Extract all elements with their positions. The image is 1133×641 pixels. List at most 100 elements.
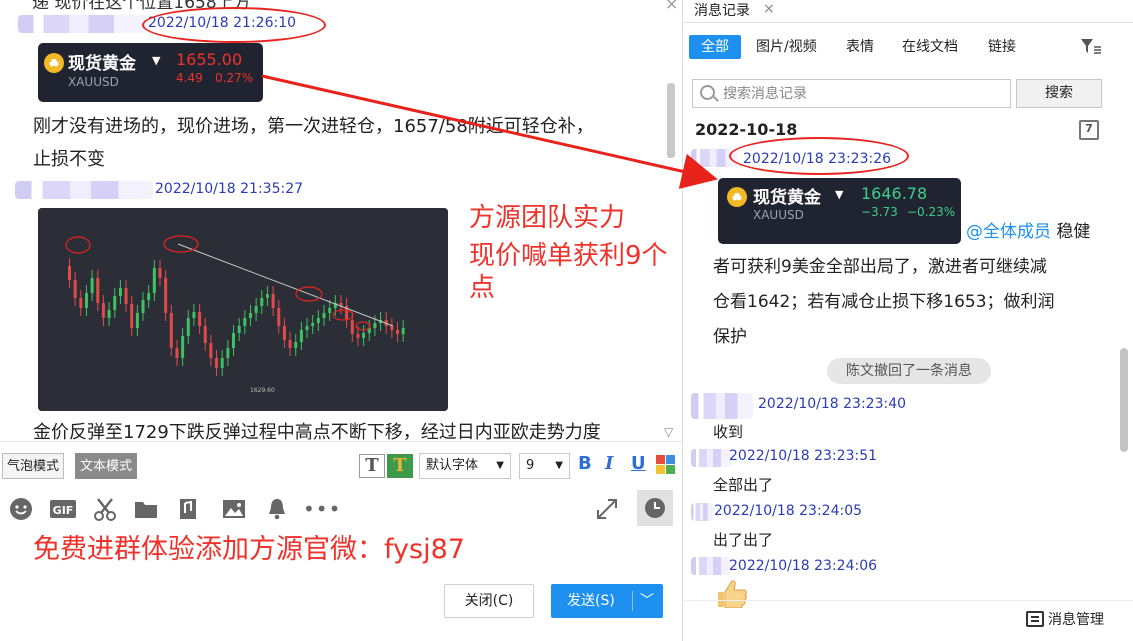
- blurred-avatar: [691, 557, 731, 575]
- thumbs-up-icon: [718, 580, 747, 608]
- search-button[interactable]: 搜索: [1016, 79, 1102, 108]
- message-timestamp: 2022/10/18 21:35:27: [155, 181, 304, 197]
- filter-links[interactable]: 链接: [988, 35, 1016, 59]
- message-input-area: 气泡模式 文本模式 T T 默认字体 ▼ 9 ▼ B I U GIF ••• 免…: [0, 441, 682, 641]
- annotation-line-1: 方源团队实力: [469, 203, 626, 233]
- message-history-panel: 消息记录 × 全部 图片/视频 表情 在线文档 链接 搜索 2022-10-18…: [683, 0, 1133, 641]
- history-clock-button[interactable]: [637, 490, 673, 526]
- close-icon[interactable]: ×: [665, 0, 678, 13]
- chevron-down-icon[interactable]: ﹀: [640, 585, 654, 617]
- font-family-value: 默认字体: [426, 458, 479, 473]
- search-icon: [700, 85, 715, 100]
- bold-button[interactable]: B: [578, 453, 592, 474]
- text-mode-button[interactable]: 文本模式: [75, 453, 138, 479]
- message-timestamp: 2022/10/18 23:24:05: [714, 503, 863, 519]
- quote-symbol: XAUUSD: [68, 75, 119, 89]
- expand-icon[interactable]: [594, 496, 620, 522]
- highlight-circle: [142, 7, 326, 43]
- caret-down-icon: ▼: [835, 188, 844, 201]
- history-message: 收到: [713, 423, 744, 441]
- history-message-line-2: 者可获利9美金全部出局了，激进者可继续减: [713, 257, 1047, 277]
- bell-icon[interactable]: [264, 496, 290, 522]
- caret-down-icon: ▼: [152, 54, 161, 67]
- message-timestamp: 2022/10/18 23:23:51: [729, 448, 878, 464]
- emoji-icon[interactable]: [8, 496, 34, 522]
- send-label: 发送(S): [567, 593, 615, 609]
- gold-quote-card[interactable]: 现货黄金 ▼ XAUUSD 1646.78 −3.73 −0.23%: [718, 178, 961, 244]
- message-text-line-2: 止损不变: [33, 149, 105, 170]
- blurred-avatar: [691, 503, 713, 521]
- scissors-icon[interactable]: [92, 496, 118, 522]
- history-scrollbar[interactable]: [1120, 348, 1128, 452]
- chat-scrollbar[interactable]: [667, 83, 675, 158]
- history-message-line-1: @全体成员 稳健: [966, 222, 1091, 242]
- recall-notice: 陈文撤回了一条消息: [827, 358, 991, 384]
- color-palette-icon[interactable]: [656, 455, 676, 475]
- quote-change-percent: 0.27%: [215, 71, 254, 85]
- history-message: 全部出了: [713, 476, 774, 494]
- quote-change: 4.49: [176, 71, 203, 85]
- gold-quote-card[interactable]: 现货黄金 ▼ XAUUSD 1655.00 4.49 0.27%: [38, 43, 263, 102]
- mention-all[interactable]: @全体成员: [966, 222, 1051, 242]
- close-icon[interactable]: ×: [763, 1, 775, 17]
- message-text-line-3: 金价反弹至1729下跌反弹过程中高点不断下移，经过日内亚欧走势力度: [33, 422, 601, 441]
- chat-window: 递 现价在这个位置1658上方 × 2022/10/18 21:26:10 现货…: [0, 0, 1133, 641]
- blurred-avatar: [691, 393, 753, 419]
- caret-down-icon: ▼: [555, 460, 563, 471]
- gold-coin-icon: [44, 53, 64, 73]
- clock-icon: [645, 498, 665, 518]
- date-header: 2022-10-18: [695, 120, 798, 139]
- quote-symbol: XAUUSD: [753, 208, 804, 222]
- chat-message-area: 递 现价在这个位置1658上方 × 2022/10/18 21:26:10 现货…: [0, 0, 682, 441]
- blurred-avatar: [691, 449, 731, 467]
- chevron-down-icon[interactable]: ▽: [664, 425, 673, 439]
- history-message-line-3: 仓看1642；若有减仓止损下移1653；做利润: [713, 292, 1055, 312]
- blurred-sender-name: [15, 181, 153, 199]
- music-file-icon[interactable]: [175, 496, 201, 522]
- quote-change-percent: −0.23%: [907, 205, 956, 219]
- italic-button[interactable]: I: [605, 453, 613, 474]
- underline-button[interactable]: U: [631, 453, 646, 474]
- bubble-mode-button[interactable]: 气泡模式: [2, 453, 65, 479]
- history-search-input[interactable]: [723, 83, 1003, 104]
- chart-price-label: 1629.60: [250, 387, 275, 394]
- history-message: 出了出了: [713, 531, 774, 549]
- text-color-icon[interactable]: T: [387, 454, 413, 478]
- promo-text: 免费进群体验添加方源官微：fysj87: [33, 534, 465, 565]
- calendar-icon[interactable]: 7: [1079, 120, 1099, 140]
- chart-screenshot-image[interactable]: 1629.60: [38, 208, 448, 411]
- close-button[interactable]: 关闭(C): [444, 584, 534, 618]
- svg-text:GIF: GIF: [53, 504, 74, 517]
- highlight-circle: [729, 137, 909, 175]
- message-timestamp: 2022/10/18 23:24:06: [729, 558, 878, 574]
- font-size-select[interactable]: 9 ▼: [519, 453, 570, 479]
- filter-media[interactable]: 图片/视频: [756, 35, 817, 59]
- message-manager-icon[interactable]: [1026, 611, 1044, 627]
- filter-icon[interactable]: [1080, 38, 1102, 56]
- history-message-line-4: 保护: [713, 327, 747, 347]
- quote-price: 1655.00: [176, 50, 243, 69]
- gif-icon[interactable]: GIF: [49, 496, 77, 522]
- blurred-sender-name: [18, 15, 146, 33]
- filter-stickers[interactable]: 表情: [846, 35, 874, 59]
- image-icon[interactable]: [221, 496, 247, 522]
- filter-docs[interactable]: 在线文档: [902, 35, 958, 59]
- message-text-line-1: 刚才没有进场的，现价进场，第一次进轻仓，1657/58附近可轻仓补，: [33, 116, 594, 137]
- candlestick-chart: [38, 208, 448, 411]
- text-format-icon[interactable]: T: [359, 454, 385, 478]
- quote-name: 现货黄金: [753, 188, 821, 208]
- more-icon[interactable]: •••: [303, 496, 340, 522]
- tab-message-history[interactable]: 消息记录: [694, 0, 750, 20]
- quote-change: −3.73: [861, 205, 898, 219]
- send-button[interactable]: 发送(S) ﹀: [551, 584, 663, 618]
- message-timestamp: 2022/10/18 23:23:40: [758, 396, 907, 412]
- font-size-value: 9: [526, 458, 535, 473]
- font-family-select[interactable]: 默认字体 ▼: [419, 453, 511, 479]
- message-manager-link[interactable]: 消息管理: [1048, 609, 1104, 629]
- annotation-line-2: 现价喊单获利9个点: [469, 241, 668, 303]
- quote-name: 现货黄金: [68, 54, 136, 74]
- history-search-field[interactable]: [692, 79, 1011, 108]
- caret-down-icon: ▼: [496, 460, 504, 471]
- filter-all[interactable]: 全部: [689, 35, 741, 59]
- folder-icon[interactable]: [133, 496, 159, 522]
